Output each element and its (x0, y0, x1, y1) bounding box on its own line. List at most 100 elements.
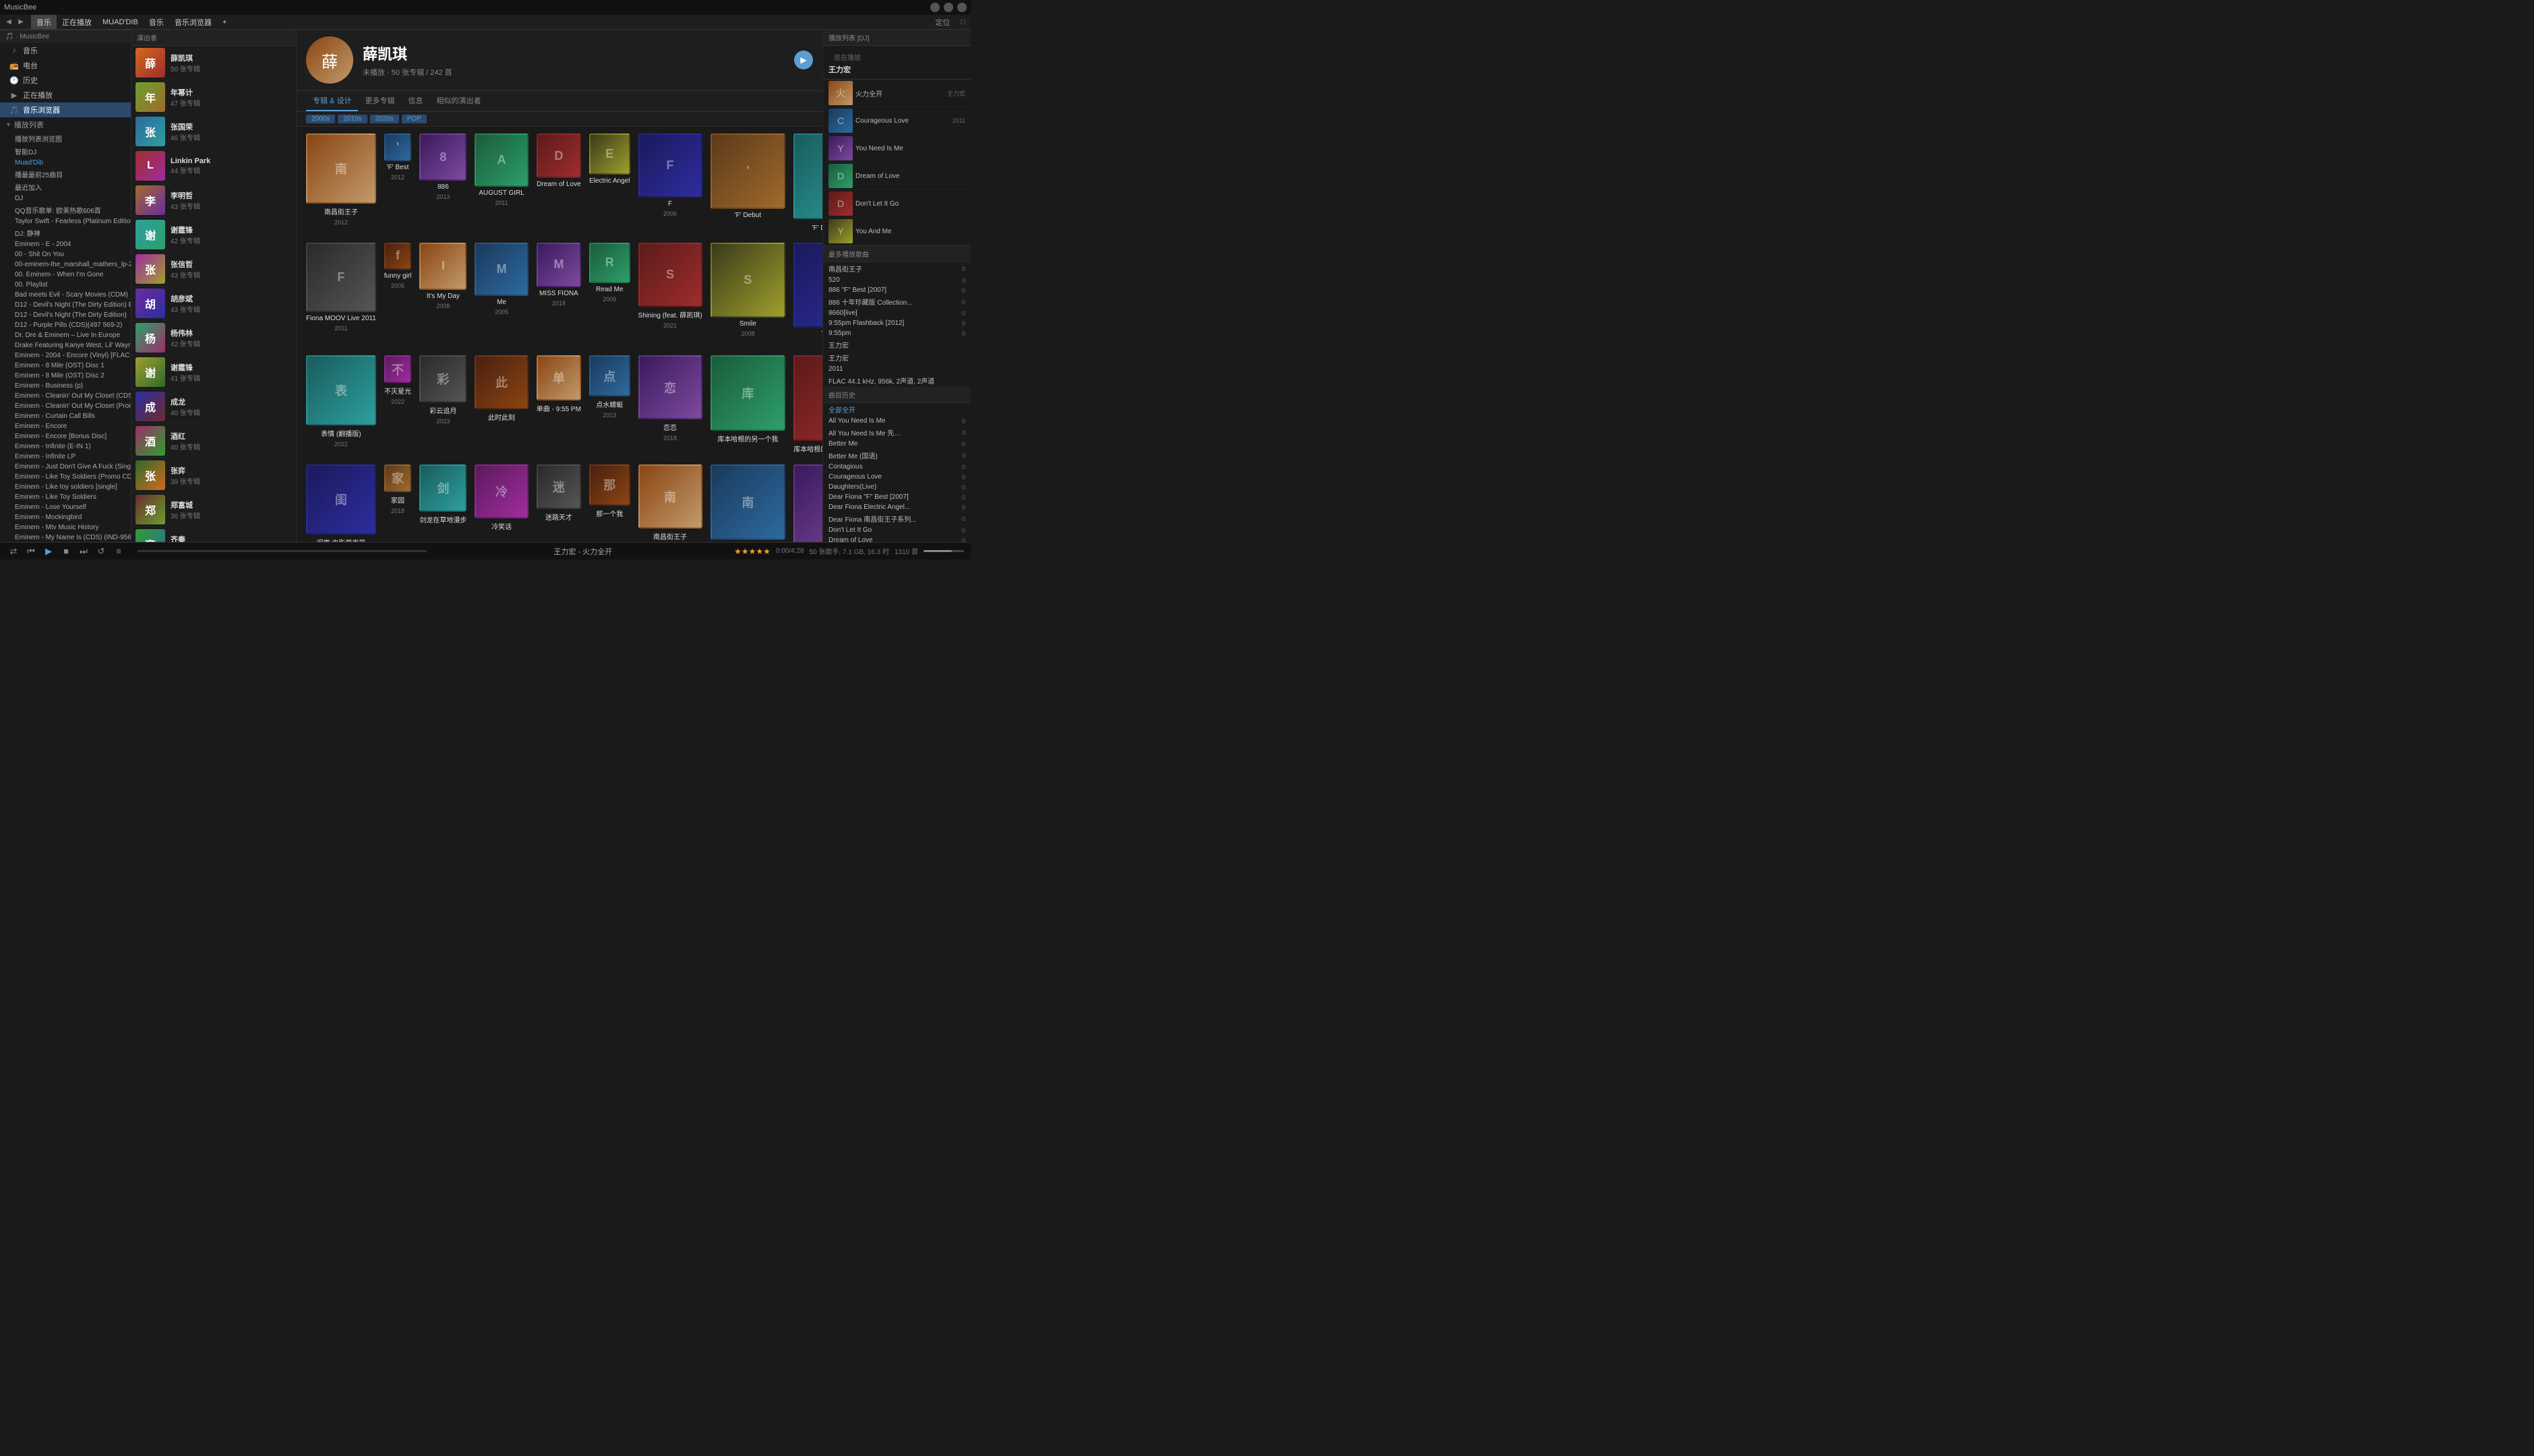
artist-list-item[interactable]: 谢谢霆锋41 张专辑 (131, 355, 296, 390)
playlist-item[interactable]: Eminem - 8 Mile (OST) Disc 1 (0, 361, 131, 371)
artist-list-item[interactable]: 年年幂计47 张专辑 (131, 80, 296, 115)
right-song-item[interactable]: 南昌街王子0 (823, 262, 971, 275)
album-cell[interactable]: 南南昌街王子2012 (306, 133, 376, 235)
filter-pop[interactable]: POP (402, 115, 427, 123)
right-song-item[interactable]: 8660[live]0 (823, 308, 971, 318)
playlist-item[interactable]: Eminem - Infinite LP (0, 452, 131, 462)
album-cell[interactable]: 剑剑龙在草地漫步 (419, 464, 466, 542)
playlist-item[interactable]: Taylor Swift - Fearless (Platinum Editio… (0, 216, 131, 226)
filter-2010s[interactable]: 2010s (338, 115, 367, 123)
right-song-item2[interactable]: Dear Fiona 南昌街王子系列...0 (823, 512, 971, 525)
album-cell[interactable]: 库库本哈根的另一个我 - Single (793, 355, 822, 456)
back-button[interactable]: ◀ (3, 16, 15, 28)
right-song-item[interactable]: 5200 (823, 275, 971, 285)
tab-info[interactable]: 信息 (401, 91, 429, 111)
album-cell[interactable]: 闺闺蜜 电影原声带2007 (306, 464, 376, 542)
artist-list-item[interactable]: 张张信哲43 张专辑 (131, 252, 296, 286)
album-cell[interactable]: 不不灭星光2022 (384, 355, 412, 456)
album-cell[interactable]: DDream of Love (537, 133, 581, 235)
playlist-item[interactable]: Eminem - Encore (0, 421, 131, 431)
right-thumb-item[interactable]: DDream of Love (823, 162, 971, 190)
playlist-item[interactable]: Eminem - Mtv Music History (0, 522, 131, 533)
album-cell[interactable]: 彩彩云追月2023 (419, 355, 466, 456)
playlist-item[interactable]: Eminem - Like Toy Soldiers (0, 492, 131, 502)
playlist-item[interactable]: D12 - Devil's Night (The Dirty Edition) … (0, 300, 131, 310)
progress-bar[interactable] (138, 550, 427, 552)
playlist-item[interactable]: Bad meets Evil - Scary Movies (CDM) (0, 290, 131, 300)
right-thumb-item[interactable]: YYou And Me (823, 218, 971, 245)
album-cell[interactable]: SShining (feat. 薛凯琪)2021 (638, 243, 702, 348)
playlist-item[interactable]: Eminem - Cleanin' Out My Closet (CDS)(49… (0, 391, 131, 401)
right-song-item2[interactable]: All You Need Is Me0 (823, 416, 971, 426)
right-song-item[interactable]: 王力宏 (823, 338, 971, 351)
menu-playing[interactable]: 正在播放 (57, 15, 97, 29)
right-song-item[interactable]: 9:55pm0 (823, 328, 971, 338)
right-song-item2[interactable]: Better Me0 (823, 439, 971, 449)
artist-list-item[interactable]: 张张国荣46 张专辑 (131, 115, 296, 149)
playlist-item[interactable]: Eminem - Lose Yourself (0, 502, 131, 512)
tab-albums[interactable]: 专辑 & 设计 (306, 91, 358, 111)
playlists-group-header[interactable]: ▼ 播放列表 (0, 117, 131, 132)
playlist-item[interactable]: Muad'Dib (0, 158, 131, 168)
right-song-item2[interactable]: Better Me (国语)0 (823, 449, 971, 462)
album-cell[interactable]: 此此时此刻 (475, 355, 528, 456)
album-cell[interactable]: 南南昌街王子 (feat. 关智斌)2020 (711, 464, 786, 542)
album-cell[interactable]: TTenacious2013 (793, 243, 822, 348)
album-cell[interactable]: ''F' Best2012 (384, 133, 412, 235)
menu-music[interactable]: 音乐 (31, 15, 57, 29)
playlist-item[interactable]: 播最最前25曲目 (0, 168, 131, 181)
menu-muaddib[interactable]: MUAD'DIB (97, 15, 144, 29)
album-cell[interactable]: 表表情 (翻播版)2022 (306, 355, 376, 456)
right-song-item2[interactable]: All You Need Is Me 先…0 (823, 426, 971, 439)
album-cell[interactable]: FF2006 (638, 133, 702, 235)
album-cell[interactable]: 点点水蜻蜓2013 (589, 355, 630, 456)
sidebar-item-music[interactable]: ♪ 音乐 (0, 43, 131, 58)
right-song-item[interactable]: 9:55pm Flashback [2012]0 (823, 318, 971, 328)
close-button[interactable]: ✕ (957, 3, 967, 12)
artist-list-item[interactable]: 齐齐秦35 张专辑 (131, 527, 296, 542)
filter-2020s[interactable]: 2020s (370, 115, 399, 123)
star-rating[interactable]: ★★★★★ (734, 547, 771, 556)
album-cell[interactable]: 冷冷笑话 (475, 464, 528, 542)
artist-list-item[interactable]: 酒酒红40 张专辑 (131, 424, 296, 458)
artist-play-button[interactable]: ▶ (794, 51, 813, 69)
right-thumb-item[interactable]: YYou Need Is Me (823, 135, 971, 162)
right-song-item2[interactable]: Dear Fiona Electric Angel...0 (823, 502, 971, 512)
playlist-item[interactable]: QQ音乐歌单: 欧美热歌606首 (0, 204, 131, 216)
play-pause-button[interactable]: ▶ (42, 545, 55, 558)
artist-list-item[interactable]: 薛薛凯琪50 张专辑 (131, 46, 296, 80)
playlist-item[interactable]: Eminem - Business (p) (0, 381, 131, 391)
right-song-item[interactable]: 王力宏 (823, 351, 971, 364)
album-cell[interactable]: 迷迷路天才 (537, 464, 581, 542)
right-song-item[interactable]: 2011 (823, 364, 971, 374)
album-cell[interactable]: MMe2005 (475, 243, 528, 348)
playlist-item[interactable]: Eminem - Infinite (E-IN 1) (0, 442, 131, 452)
artist-list-item[interactable]: 杨杨伟林42 张专辑 (131, 321, 296, 355)
album-cell[interactable]: 你你我之间2017 (793, 464, 822, 542)
right-thumb-item[interactable]: DDon't Let It Go (823, 190, 971, 218)
right-thumb-item[interactable]: 火火力全开王力宏 (823, 80, 971, 107)
shuffle-button[interactable]: ⇄ (7, 545, 20, 558)
album-cell[interactable]: 那那一个我 (589, 464, 630, 542)
artist-list-item[interactable]: 胡胡彦斌43 张专辑 (131, 286, 296, 321)
album-cell[interactable]: 家家园2018 (384, 464, 412, 542)
artist-list-item[interactable]: LLinkin Park44 张专辑 (131, 149, 296, 183)
playlist-item[interactable]: 00-eminem-the_marshall_mathers_lp-2000-L… (0, 260, 131, 270)
playlist-item[interactable]: 播放列表浏览图 (0, 132, 131, 145)
album-cell[interactable]: IIt's My Day2008 (419, 243, 466, 348)
right-song-item2[interactable]: Don't Let It Go0 (823, 525, 971, 535)
menu-audio[interactable]: 音乐 (144, 15, 169, 29)
artist-list-item[interactable]: 李李明哲43 张专辑 (131, 183, 296, 218)
all-songs-link[interactable]: 全部全开 (828, 407, 855, 415)
tab-similar[interactable]: 相似的演出者 (429, 91, 487, 111)
playlist-item[interactable]: Eminem - My Name Is (CDS) (IND-95639) (0, 533, 131, 542)
locate-button[interactable]: 定位 (932, 17, 953, 28)
menu-browser[interactable]: 音乐浏览器 (169, 15, 217, 29)
playlist-item[interactable]: Eminem - Encore [Bonus Disc] (0, 431, 131, 442)
album-cell[interactable]: ''F' Debut 限量版 (793, 133, 822, 235)
sidebar-item-playing[interactable]: ▶ 正在播放 (0, 88, 131, 102)
artist-list-item[interactable]: 成成龙40 张专辑 (131, 390, 296, 424)
right-song-item2[interactable]: Contagious0 (823, 462, 971, 472)
add-tab-button[interactable]: + (217, 15, 232, 29)
playlist-item[interactable]: Dr. Dre & Eminem – Live In Europe (0, 330, 131, 340)
